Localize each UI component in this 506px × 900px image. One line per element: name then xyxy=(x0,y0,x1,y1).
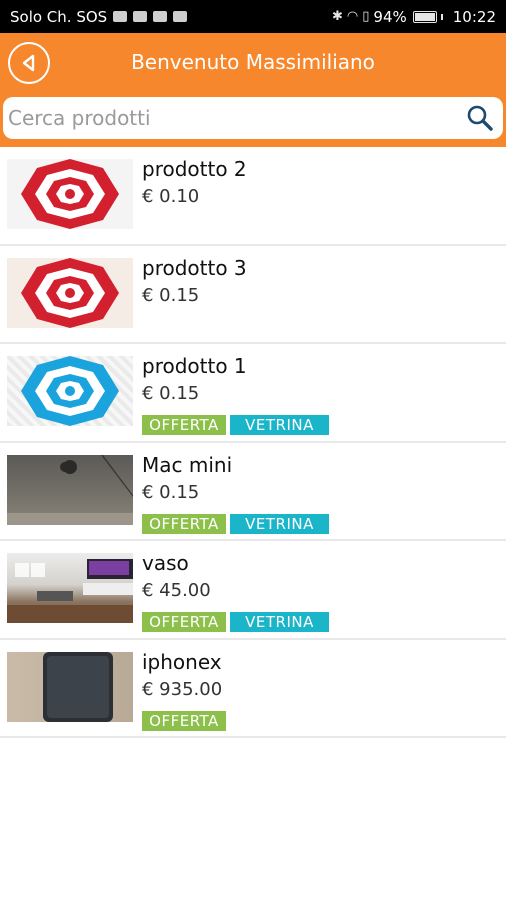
product-name: vaso xyxy=(142,551,189,575)
search-input[interactable] xyxy=(8,106,465,130)
offerta-badge: OFFERTA xyxy=(142,415,226,435)
product-thumbnail xyxy=(7,454,133,525)
search-bar xyxy=(3,97,503,139)
red-umbrella-icon xyxy=(21,257,119,328)
bluetooth-icon: ✱ xyxy=(332,9,343,24)
product-thumbnail xyxy=(7,553,133,623)
battery-percent: 94% xyxy=(373,7,407,26)
mail-notification-icon xyxy=(133,11,148,22)
product-item[interactable]: prodotto 2 € 0.10 xyxy=(0,147,506,246)
product-item[interactable]: vaso € 45.00 OFFERTA VETRINA xyxy=(0,541,506,640)
product-price: € 0.15 xyxy=(142,284,200,306)
vetrina-badge: VETRINA xyxy=(230,415,329,435)
product-price: € 0.15 xyxy=(142,481,200,503)
video-notification-icon xyxy=(153,11,168,22)
red-umbrella-icon xyxy=(21,159,119,229)
phone-photo-icon xyxy=(43,651,113,722)
product-name: prodotto 2 xyxy=(142,157,247,181)
product-thumbnail xyxy=(7,356,133,426)
battery-icon xyxy=(412,10,437,23)
product-item[interactable]: Mac mini € 0.15 OFFERTA VETRINA xyxy=(0,443,506,541)
product-price: € 0.10 xyxy=(142,186,200,207)
product-price: € 45.00 xyxy=(142,580,211,601)
vetrina-badge: VETRINA xyxy=(230,513,329,534)
product-item[interactable]: prodotto 3 € 0.15 xyxy=(0,246,506,344)
product-item[interactable]: prodotto 1 € 0.15 OFFERTA VETRINA xyxy=(0,344,506,443)
offerta-badge: OFFERTA xyxy=(142,612,226,632)
product-item[interactable]: iphonex € 935.00 OFFERTA xyxy=(0,640,506,738)
product-price: € 935.00 xyxy=(142,678,223,700)
product-name: iphonex xyxy=(142,649,222,674)
product-name: prodotto 1 xyxy=(142,354,247,378)
wifi-icon: ◠ xyxy=(346,9,359,24)
product-thumbnail xyxy=(7,651,133,722)
product-list: prodotto 2 € 0.10 prodotto 3 € 0.15 prod… xyxy=(0,147,506,738)
app-header: Benvenuto Massimiliano xyxy=(0,33,506,147)
product-name: Mac mini xyxy=(142,452,233,477)
gallery-notification-icon xyxy=(113,11,128,22)
offerta-badge: OFFERTA xyxy=(142,513,226,534)
product-thumbnail xyxy=(7,257,133,328)
sim-icon: ▯ xyxy=(362,9,370,24)
vetrina-badge: VETRINA xyxy=(230,612,329,632)
image-notification-icon xyxy=(173,11,188,22)
product-thumbnail xyxy=(7,159,133,229)
product-price: € 0.15 xyxy=(142,383,200,404)
search-icon[interactable] xyxy=(465,103,495,133)
mac-photo-icon xyxy=(7,454,133,525)
carrier-label: Solo Ch. SOS xyxy=(10,7,108,26)
clock: 10:22 xyxy=(452,7,496,26)
page-title: Benvenuto Massimiliano xyxy=(131,50,375,74)
blue-umbrella-icon xyxy=(21,356,119,426)
offerta-badge: OFFERTA xyxy=(142,710,226,731)
status-bar: Solo Ch. SOS ✱ ◠ ▯ 94% 10:22 xyxy=(0,0,506,33)
product-name: prodotto 3 xyxy=(142,255,247,280)
room-photo-icon xyxy=(7,559,133,623)
